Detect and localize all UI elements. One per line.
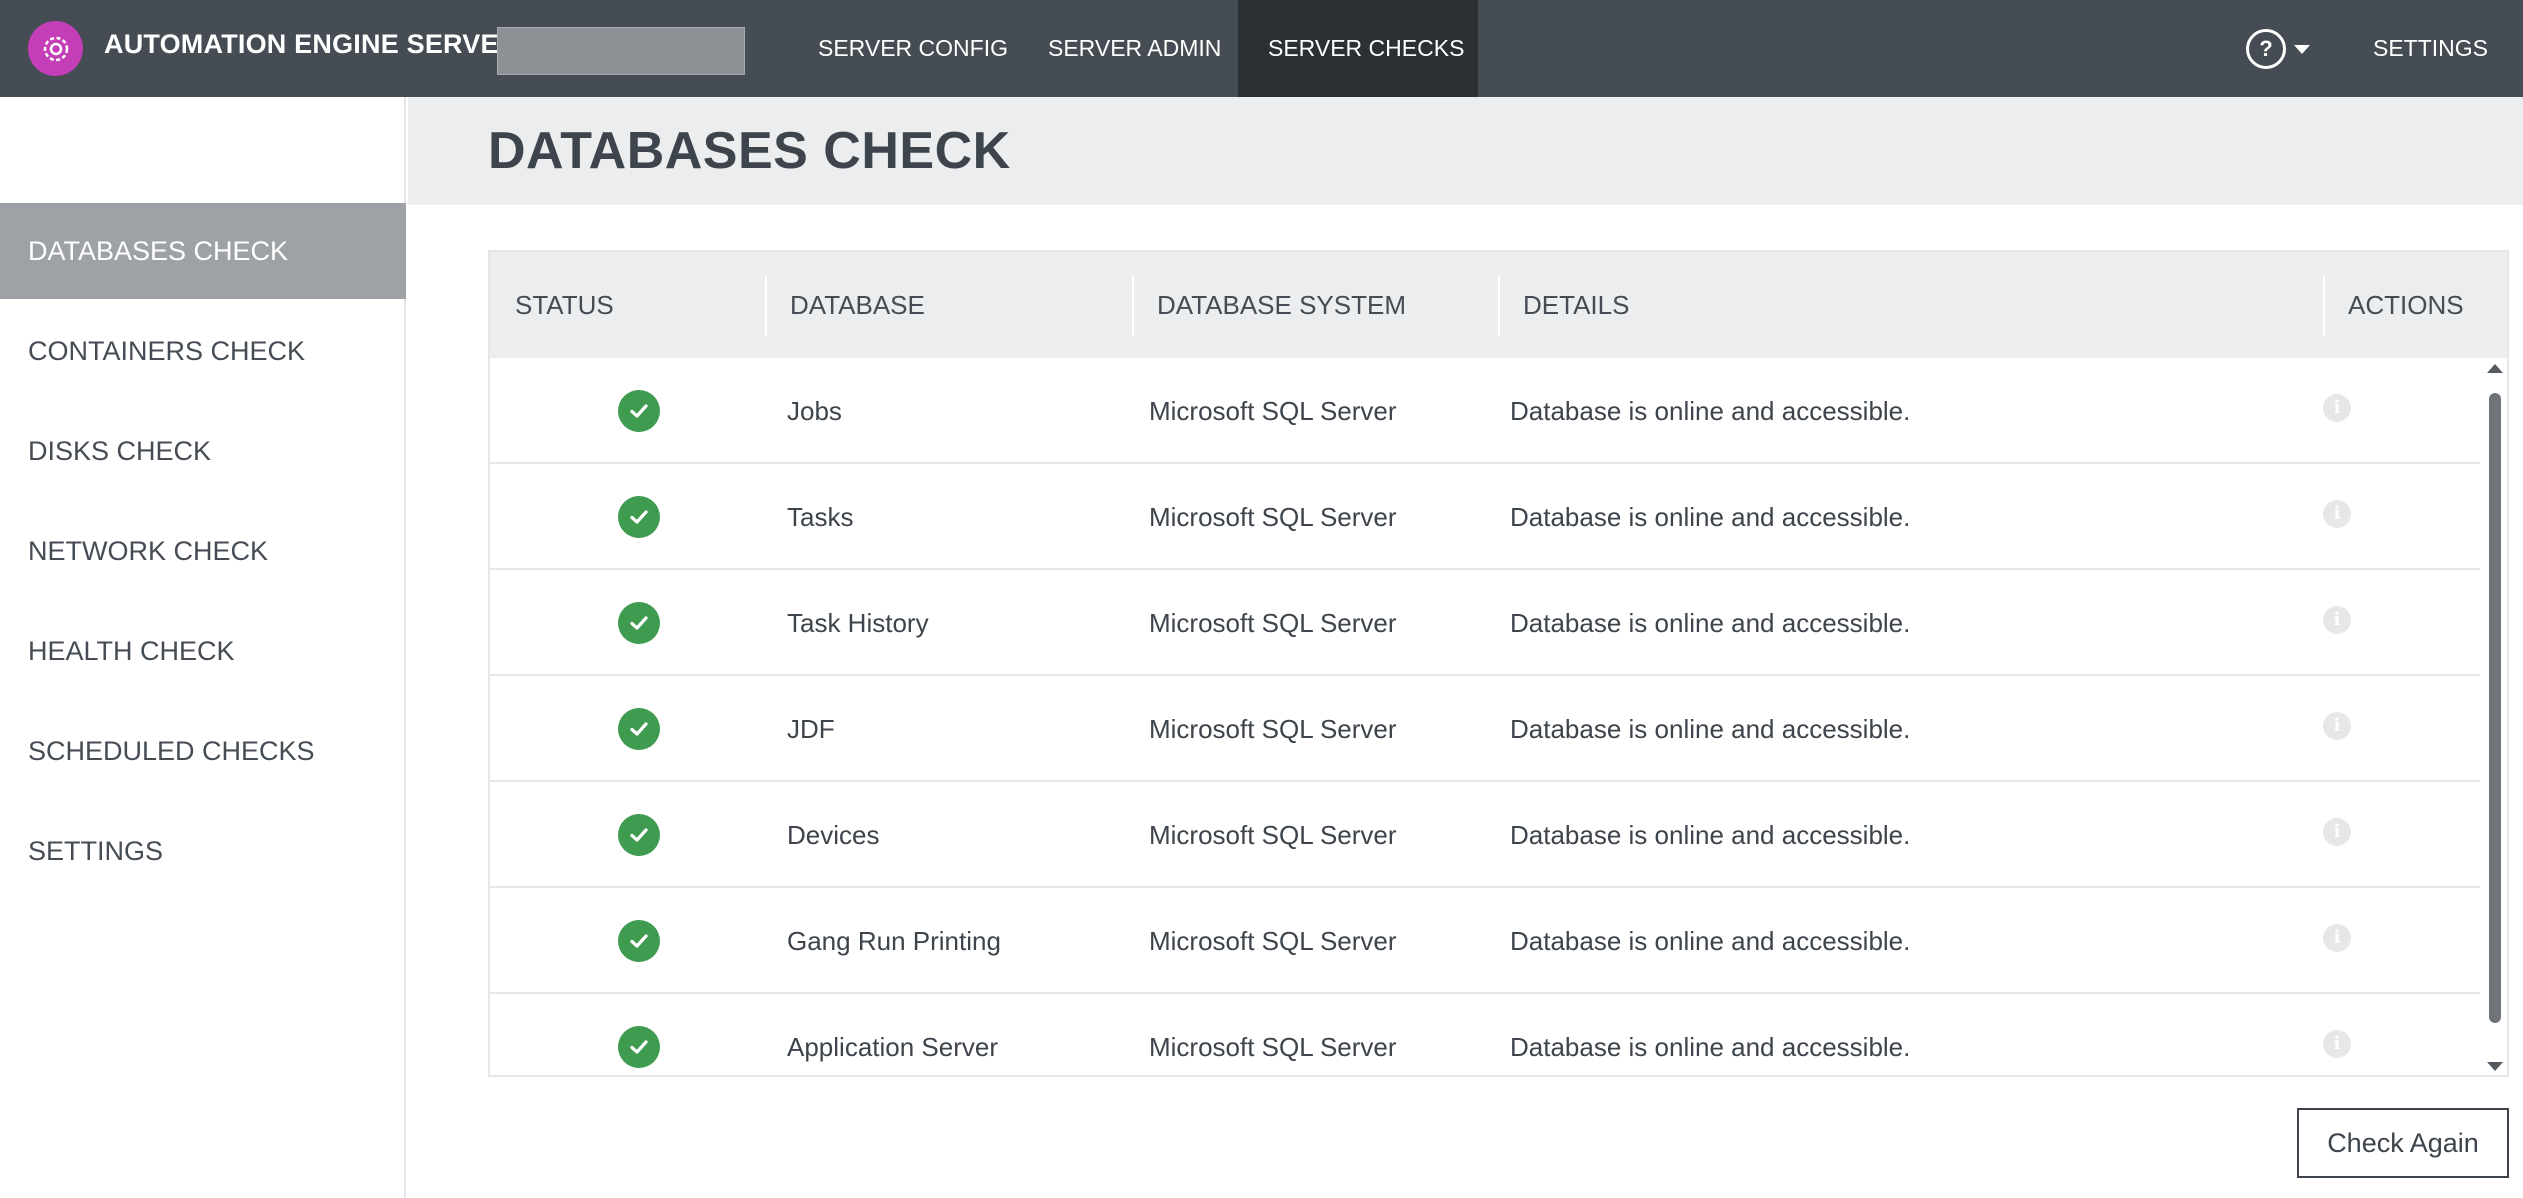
column-divider — [1132, 276, 1134, 336]
database-details: Database is online and accessible. — [1510, 926, 1911, 956]
sidebar-item-health-check[interactable]: HEALTH CHECK — [0, 603, 406, 699]
database-details: Database is online and accessible. — [1510, 396, 1911, 426]
tab-server-admin[interactable]: SERVER ADMIN — [1018, 0, 1251, 97]
chevron-down-icon — [2294, 44, 2310, 54]
column-header-status[interactable]: STATUS — [515, 252, 614, 358]
scroll-up-arrow-icon[interactable] — [2487, 364, 2503, 373]
database-details: Database is online and accessible. — [1510, 820, 1911, 850]
table-row[interactable]: Gang Run Printing Microsoft SQL Server D… — [490, 888, 2480, 994]
table-row[interactable]: Application Server Microsoft SQL Server … — [490, 994, 2480, 1075]
table-row[interactable]: Jobs Microsoft SQL Server Database is on… — [490, 358, 2480, 464]
status-ok-icon — [618, 496, 660, 538]
redacted-server-name — [497, 27, 745, 75]
table-row[interactable]: JDF Microsoft SQL Server Database is onl… — [490, 676, 2480, 782]
column-header-database-system[interactable]: DATABASE SYSTEM — [1157, 252, 1406, 358]
database-system: Microsoft SQL Server — [1149, 608, 1397, 638]
info-icon[interactable]: i — [2323, 924, 2351, 952]
database-system: Microsoft SQL Server — [1149, 926, 1397, 956]
scrollbar-thumb[interactable] — [2489, 393, 2501, 1023]
column-divider — [2323, 276, 2325, 336]
sidebar-item-scheduled-checks[interactable]: SCHEDULED CHECKS — [0, 703, 406, 799]
table-row[interactable]: Tasks Microsoft SQL Server Database is o… — [490, 464, 2480, 570]
top-bar: AUTOMATION ENGINE SERVER - SERVER CONFIG… — [0, 0, 2523, 97]
database-name: Devices — [787, 820, 880, 850]
database-details: Database is online and accessible. — [1510, 1032, 1911, 1062]
info-icon[interactable]: i — [2323, 1030, 2351, 1058]
check-again-button[interactable]: Check Again — [2297, 1108, 2509, 1178]
databases-table: STATUS DATABASE DATABASE SYSTEM DETAILS … — [488, 250, 2509, 1077]
settings-link[interactable]: SETTINGS — [2373, 0, 2488, 97]
status-ok-icon — [618, 390, 660, 432]
database-details: Database is online and accessible. — [1510, 502, 1911, 532]
database-details: Database is online and accessible. — [1510, 714, 1911, 744]
vertical-scrollbar[interactable] — [2484, 358, 2506, 1075]
sidebar: DATABASES CHECK CONTAINERS CHECK DISKS C… — [0, 97, 406, 1198]
table-header: STATUS DATABASE DATABASE SYSTEM DETAILS … — [490, 252, 2507, 358]
database-details: Database is online and accessible. — [1510, 608, 1911, 638]
database-system: Microsoft SQL Server — [1149, 714, 1397, 744]
sidebar-item-network-check[interactable]: NETWORK CHECK — [0, 503, 406, 599]
column-header-actions[interactable]: ACTIONS — [2348, 252, 2464, 358]
info-icon[interactable]: i — [2323, 818, 2351, 846]
database-system: Microsoft SQL Server — [1149, 1032, 1397, 1062]
info-icon[interactable]: i — [2323, 394, 2351, 422]
column-header-details[interactable]: DETAILS — [1523, 252, 1629, 358]
info-icon[interactable]: i — [2323, 500, 2351, 528]
table-body[interactable]: Jobs Microsoft SQL Server Database is on… — [490, 358, 2507, 1075]
database-name: Task History — [787, 608, 929, 638]
column-header-database[interactable]: DATABASE — [790, 252, 925, 358]
app-logo-icon[interactable] — [28, 21, 83, 76]
page-title: DATABASES CHECK — [488, 122, 1011, 180]
help-menu[interactable]: ? — [2246, 28, 2310, 70]
info-icon[interactable]: i — [2323, 606, 2351, 634]
page-header: DATABASES CHECK — [408, 97, 2523, 205]
database-system: Microsoft SQL Server — [1149, 820, 1397, 850]
status-ok-icon — [618, 708, 660, 750]
sidebar-item-containers-check[interactable]: CONTAINERS CHECK — [0, 303, 406, 399]
sidebar-item-settings[interactable]: SETTINGS — [0, 803, 406, 899]
database-name: JDF — [787, 714, 835, 744]
sidebar-item-databases-check[interactable]: DATABASES CHECK — [0, 203, 406, 299]
column-divider — [1498, 276, 1500, 336]
tab-server-config[interactable]: SERVER CONFIG — [788, 0, 1038, 97]
status-ok-icon — [618, 602, 660, 644]
help-icon: ? — [2246, 29, 2286, 69]
database-name: Jobs — [787, 396, 842, 426]
database-system: Microsoft SQL Server — [1149, 502, 1397, 532]
info-icon[interactable]: i — [2323, 712, 2351, 740]
status-ok-icon — [618, 920, 660, 962]
database-name: Gang Run Printing — [787, 926, 1001, 956]
app-title: AUTOMATION ENGINE SERVER - — [104, 29, 536, 59]
scroll-down-arrow-icon[interactable] — [2487, 1062, 2503, 1071]
table-row[interactable]: Devices Microsoft SQL Server Database is… — [490, 782, 2480, 888]
database-name: Tasks — [787, 502, 854, 532]
sidebar-item-disks-check[interactable]: DISKS CHECK — [0, 403, 406, 499]
tab-server-checks[interactable]: SERVER CHECKS — [1238, 0, 1478, 97]
status-ok-icon — [618, 814, 660, 856]
column-divider — [765, 276, 767, 336]
status-ok-icon — [618, 1026, 660, 1068]
database-name: Application Server — [787, 1032, 998, 1062]
table-row[interactable]: Task History Microsoft SQL Server Databa… — [490, 570, 2480, 676]
database-system: Microsoft SQL Server — [1149, 396, 1397, 426]
